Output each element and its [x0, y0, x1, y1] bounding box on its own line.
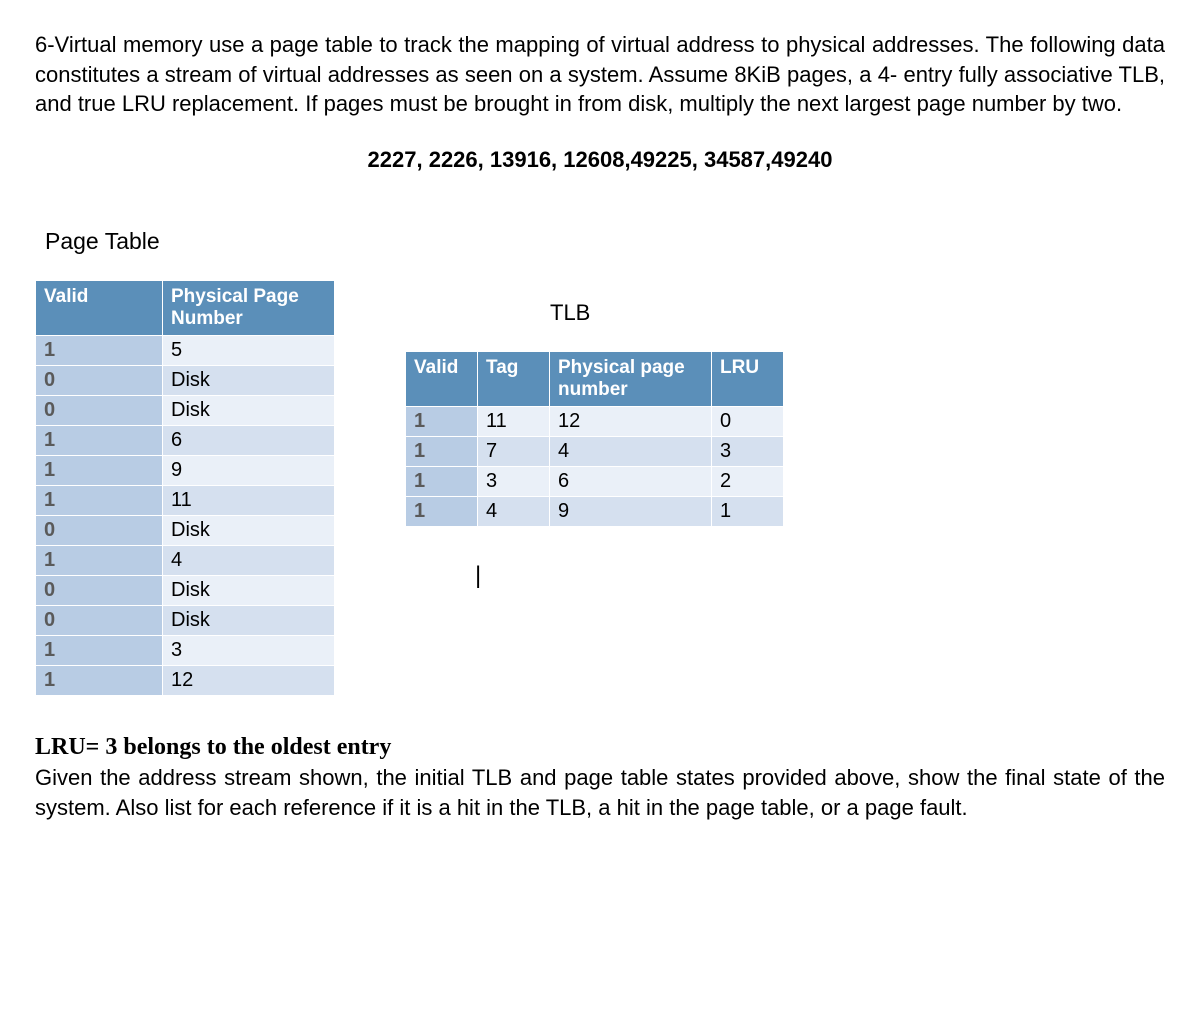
pt-valid: 0 [36, 576, 163, 606]
pt-ppn: 9 [163, 456, 335, 486]
pt-header-valid: Valid [36, 281, 163, 336]
tables-container: Valid Physical Page Number 15 0Disk 0Dis… [35, 280, 1165, 696]
table-row: 14 [36, 546, 335, 576]
tlb-header-valid: Valid [406, 352, 478, 407]
tlb-tag: 3 [478, 467, 550, 497]
pt-valid: 1 [36, 456, 163, 486]
tlb-lru: 2 [712, 467, 784, 497]
tlb-tag: 7 [478, 437, 550, 467]
pt-valid: 1 [36, 546, 163, 576]
tlb-lru: 1 [712, 497, 784, 527]
question-intro: 6-Virtual memory use a page table to tra… [35, 30, 1165, 119]
pt-valid: 1 [36, 426, 163, 456]
table-row: 0Disk [36, 516, 335, 546]
pt-valid: 0 [36, 606, 163, 636]
table-row: 112 [36, 666, 335, 696]
pt-ppn: Disk [163, 606, 335, 636]
table-row: 13 [36, 636, 335, 666]
table-row: 0Disk [36, 366, 335, 396]
tlb-label: TLB [550, 300, 784, 326]
table-row: 1 4 9 1 [406, 497, 784, 527]
table-row: 16 [36, 426, 335, 456]
tlb-tag: 4 [478, 497, 550, 527]
tlb-ppn: 9 [550, 497, 712, 527]
pt-valid: 1 [36, 666, 163, 696]
pt-ppn: 5 [163, 336, 335, 366]
pt-ppn: 3 [163, 636, 335, 666]
pt-ppn: Disk [163, 366, 335, 396]
table-row: 1 7 4 3 [406, 437, 784, 467]
tlb-wrapper: TLB Valid Tag Physical page number LRU 1… [405, 280, 784, 590]
tlb-ppn: 6 [550, 467, 712, 497]
tlb-ppn: 12 [550, 407, 712, 437]
tlb-table: Valid Tag Physical page number LRU 1 11 … [405, 351, 784, 527]
tlb-valid: 1 [406, 467, 478, 497]
table-row: 0Disk [36, 576, 335, 606]
page-table-label: Page Table [35, 228, 1165, 255]
footer-bold: LRU= 3 belongs to the oldest entry [35, 734, 391, 760]
page-table: Valid Physical Page Number 15 0Disk 0Dis… [35, 280, 335, 696]
tlb-header-lru: LRU [712, 352, 784, 407]
pt-ppn: Disk [163, 576, 335, 606]
tlb-ppn: 4 [550, 437, 712, 467]
tlb-header-ppn: Physical page number [550, 352, 712, 407]
pt-valid: 0 [36, 516, 163, 546]
tlb-lru: 0 [712, 407, 784, 437]
table-row: 0Disk [36, 606, 335, 636]
footer-rest: Given the address stream shown, the init… [35, 765, 1165, 820]
pt-valid: 0 [36, 366, 163, 396]
table-row: 111 [36, 486, 335, 516]
tlb-valid: 1 [406, 437, 478, 467]
footer-text: LRU= 3 belongs to the oldest entry Given… [35, 731, 1165, 823]
pt-valid: 1 [36, 636, 163, 666]
page-table-wrapper: Valid Physical Page Number 15 0Disk 0Dis… [35, 280, 335, 696]
pt-valid: 1 [36, 336, 163, 366]
table-row: 15 [36, 336, 335, 366]
table-row: 0Disk [36, 396, 335, 426]
pt-header-ppn: Physical Page Number [163, 281, 335, 336]
tlb-header-tag: Tag [478, 352, 550, 407]
pt-valid: 1 [36, 486, 163, 516]
table-row: 1 3 6 2 [406, 467, 784, 497]
tlb-tag: 11 [478, 407, 550, 437]
pt-ppn: 4 [163, 546, 335, 576]
pt-ppn: Disk [163, 516, 335, 546]
pt-valid: 0 [36, 396, 163, 426]
tlb-lru: 3 [712, 437, 784, 467]
pt-ppn: 6 [163, 426, 335, 456]
table-row: 1 11 12 0 [406, 407, 784, 437]
address-stream: 2227, 2226, 13916, 12608,49225, 34587,49… [215, 147, 985, 173]
tlb-valid: 1 [406, 407, 478, 437]
pt-ppn: 11 [163, 486, 335, 516]
text-cursor: | [475, 562, 784, 590]
tlb-valid: 1 [406, 497, 478, 527]
table-row: 19 [36, 456, 335, 486]
pt-ppn: Disk [163, 396, 335, 426]
pt-ppn: 12 [163, 666, 335, 696]
